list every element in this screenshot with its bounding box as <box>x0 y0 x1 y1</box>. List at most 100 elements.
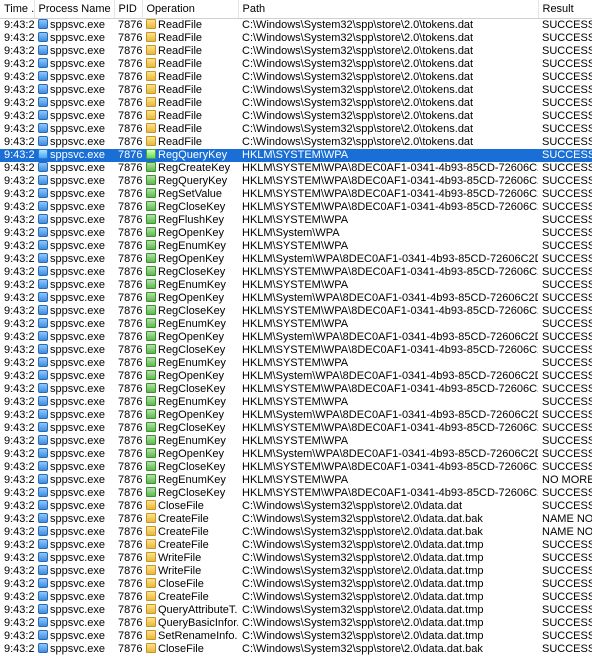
cell-result: NO MORE ENT <box>538 474 592 487</box>
table-row[interactable]: 9:43:2...sppsvc.exe7876RegOpenKeyHKLM\Sy… <box>0 370 592 383</box>
col-header-time[interactable]: Time ... <box>0 0 34 19</box>
table-row[interactable]: 9:43:2...sppsvc.exe7876ReadFileC:\Window… <box>0 45 592 58</box>
table-row[interactable]: 9:43:2...sppsvc.exe7876RegQueryKeyHKLM\S… <box>0 175 592 188</box>
table-row[interactable]: 9:43:2...sppsvc.exe7876RegOpenKeyHKLM\Sy… <box>0 292 592 305</box>
cell-process: sppsvc.exe <box>34 448 114 461</box>
table-row[interactable]: 9:43:2...sppsvc.exe7876ReadFileC:\Window… <box>0 71 592 84</box>
table-row[interactable]: 9:43:2...sppsvc.exe7876RegOpenKeyHKLM\Sy… <box>0 253 592 266</box>
cell-path: HKLM\SYSTEM\WPA\8DEC0AF1-0341-4b93-85CD-… <box>238 305 538 318</box>
cell-path: HKLM\SYSTEM\WPA\8DEC0AF1-0341-4b93-85CD-… <box>238 461 538 474</box>
table-row[interactable]: 9:43:2...sppsvc.exe7876RegSetValueHKLM\S… <box>0 188 592 201</box>
cell-result: SUCCESS <box>538 396 592 409</box>
cell-result: SUCCESS <box>538 461 592 474</box>
cell-time: 9:43:2... <box>0 266 34 279</box>
cell-time: 9:43:2... <box>0 617 34 630</box>
process-icon <box>38 344 48 354</box>
table-row[interactable]: 9:43:2...sppsvc.exe7876RegEnumKeyHKLM\SY… <box>0 435 592 448</box>
table-row[interactable]: 9:43:2...sppsvc.exe7876RegEnumKeyHKLM\SY… <box>0 240 592 253</box>
cell-time: 9:43:2... <box>0 565 34 578</box>
cell-path: HKLM\SYSTEM\WPA\8DEC0AF1-0341-4b93-85CD-… <box>238 422 538 435</box>
col-header-process[interactable]: Process Name <box>34 0 114 19</box>
cell-path: HKLM\SYSTEM\WPA <box>238 318 538 331</box>
cell-result: SUCCESS <box>538 487 592 500</box>
col-header-path[interactable]: Path <box>238 0 538 19</box>
table-row[interactable]: 9:43:2...sppsvc.exe7876ReadFileC:\Window… <box>0 136 592 149</box>
cell-pid: 7876 <box>114 500 142 513</box>
file-icon <box>146 97 156 107</box>
cell-result: SUCCESS <box>538 643 592 656</box>
table-row[interactable]: 9:43:2...sppsvc.exe7876RegEnumKeyHKLM\SY… <box>0 279 592 292</box>
cell-operation: RegEnumKey <box>142 357 238 370</box>
cell-path: HKLM\SYSTEM\WPA <box>238 474 538 487</box>
table-row[interactable]: 9:43:2...sppsvc.exe7876RegOpenKeyHKLM\Sy… <box>0 448 592 461</box>
table-row[interactable]: 9:43:2...sppsvc.exe7876CreateFileC:\Wind… <box>0 539 592 552</box>
registry-icon <box>146 370 156 380</box>
cell-operation: SetRenameInfo... <box>142 630 238 643</box>
cell-result: SUCCESS <box>538 357 592 370</box>
registry-icon <box>146 357 156 367</box>
cell-time: 9:43:2... <box>0 643 34 656</box>
table-row[interactable]: 9:43:2...sppsvc.exe7876RegEnumKeyHKLM\SY… <box>0 318 592 331</box>
cell-operation: CloseFile <box>142 643 238 656</box>
procmon-event-table[interactable]: Time ... Process Name PID Operation Path… <box>0 0 592 656</box>
table-row[interactable]: 9:43:2...sppsvc.exe7876ReadFileC:\Window… <box>0 110 592 123</box>
cell-pid: 7876 <box>114 149 142 162</box>
table-row[interactable]: 9:43:2...sppsvc.exe7876RegCreateKeyHKLM\… <box>0 162 592 175</box>
cell-result: SUCCESS <box>538 617 592 630</box>
table-row[interactable]: 9:43:2...sppsvc.exe7876RegCloseKeyHKLM\S… <box>0 487 592 500</box>
cell-pid: 7876 <box>114 422 142 435</box>
table-row[interactable]: 9:43:2...sppsvc.exe7876RegEnumKeyHKLM\SY… <box>0 396 592 409</box>
cell-path: HKLM\SYSTEM\WPA <box>238 357 538 370</box>
col-header-result[interactable]: Result <box>538 0 592 19</box>
cell-path: C:\Windows\System32\spp\store\2.0\data.d… <box>238 617 538 630</box>
col-header-pid[interactable]: PID <box>114 0 142 19</box>
table-row[interactable]: 9:43:2...sppsvc.exe7876RegOpenKeyHKLM\Sy… <box>0 409 592 422</box>
table-row[interactable]: 9:43:2...sppsvc.exe7876RegCloseKeyHKLM\S… <box>0 344 592 357</box>
cell-result: SUCCESS <box>538 331 592 344</box>
table-row[interactable]: 9:43:2...sppsvc.exe7876RegCloseKeyHKLM\S… <box>0 305 592 318</box>
cell-pid: 7876 <box>114 617 142 630</box>
table-row[interactable]: 9:43:2...sppsvc.exe7876RegCloseKeyHKLM\S… <box>0 201 592 214</box>
table-row[interactable]: 9:43:2...sppsvc.exe7876RegOpenKeyHKLM\Sy… <box>0 331 592 344</box>
cell-process: sppsvc.exe <box>34 331 114 344</box>
table-row[interactable]: 9:43:2...sppsvc.exe7876CreateFileC:\Wind… <box>0 513 592 526</box>
cell-path: C:\Windows\System32\spp\store\2.0\data.d… <box>238 604 538 617</box>
table-row[interactable]: 9:43:2...sppsvc.exe7876CloseFileC:\Windo… <box>0 643 592 656</box>
table-row[interactable]: 9:43:2...sppsvc.exe7876RegQueryKeyHKLM\S… <box>0 149 592 162</box>
cell-path: C:\Windows\System32\spp\store\2.0\tokens… <box>238 97 538 110</box>
table-row[interactable]: 9:43:2...sppsvc.exe7876RegOpenKeyHKLM\Sy… <box>0 227 592 240</box>
table-row[interactable]: 9:43:2...sppsvc.exe7876ReadFileC:\Window… <box>0 58 592 71</box>
table-row[interactable]: 9:43:2...sppsvc.exe7876RegCloseKeyHKLM\S… <box>0 266 592 279</box>
table-row[interactable]: 9:43:2...sppsvc.exe7876RegEnumKeyHKLM\SY… <box>0 357 592 370</box>
table-row[interactable]: 9:43:2...sppsvc.exe7876ReadFileC:\Window… <box>0 97 592 110</box>
table-row[interactable]: 9:43:2...sppsvc.exe7876RegFlushKeyHKLM\S… <box>0 214 592 227</box>
cell-result: SUCCESS <box>538 344 592 357</box>
table-row[interactable]: 9:43:2...sppsvc.exe7876SetRenameInfo...C… <box>0 630 592 643</box>
cell-path: HKLM\System\WPA\8DEC0AF1-0341-4b93-85CD-… <box>238 292 538 305</box>
file-icon <box>146 643 156 653</box>
cell-process: sppsvc.exe <box>34 149 114 162</box>
table-row[interactable]: 9:43:2...sppsvc.exe7876ReadFileC:\Window… <box>0 84 592 97</box>
cell-process: sppsvc.exe <box>34 214 114 227</box>
col-header-operation[interactable]: Operation <box>142 0 238 19</box>
table-row[interactable]: 9:43:2...sppsvc.exe7876RegCloseKeyHKLM\S… <box>0 422 592 435</box>
table-row[interactable]: 9:43:2...sppsvc.exe7876CreateFileC:\Wind… <box>0 526 592 539</box>
table-row[interactable]: 9:43:2...sppsvc.exe7876ReadFileC:\Window… <box>0 19 592 33</box>
table-row[interactable]: 9:43:2...sppsvc.exe7876CloseFileC:\Windo… <box>0 578 592 591</box>
table-row[interactable]: 9:43:2...sppsvc.exe7876RegCloseKeyHKLM\S… <box>0 461 592 474</box>
table-row[interactable]: 9:43:2...sppsvc.exe7876WriteFileC:\Windo… <box>0 565 592 578</box>
table-row[interactable]: 9:43:2...sppsvc.exe7876WriteFileC:\Windo… <box>0 552 592 565</box>
table-row[interactable]: 9:43:2...sppsvc.exe7876QueryBasicInfor..… <box>0 617 592 630</box>
cell-result: SUCCESS <box>538 552 592 565</box>
table-row[interactable]: 9:43:2...sppsvc.exe7876QueryAttributeT..… <box>0 604 592 617</box>
table-row[interactable]: 9:43:2...sppsvc.exe7876CloseFileC:\Windo… <box>0 500 592 513</box>
table-row[interactable]: 9:43:2...sppsvc.exe7876ReadFileC:\Window… <box>0 32 592 45</box>
table-row[interactable]: 9:43:2...sppsvc.exe7876RegEnumKeyHKLM\SY… <box>0 474 592 487</box>
table-row[interactable]: 9:43:2...sppsvc.exe7876RegCloseKeyHKLM\S… <box>0 383 592 396</box>
cell-pid: 7876 <box>114 357 142 370</box>
cell-path: C:\Windows\System32\spp\store\2.0\data.d… <box>238 539 538 552</box>
table-row[interactable]: 9:43:2...sppsvc.exe7876CreateFileC:\Wind… <box>0 591 592 604</box>
process-icon <box>38 97 48 107</box>
table-row[interactable]: 9:43:2...sppsvc.exe7876ReadFileC:\Window… <box>0 123 592 136</box>
registry-icon <box>146 279 156 289</box>
